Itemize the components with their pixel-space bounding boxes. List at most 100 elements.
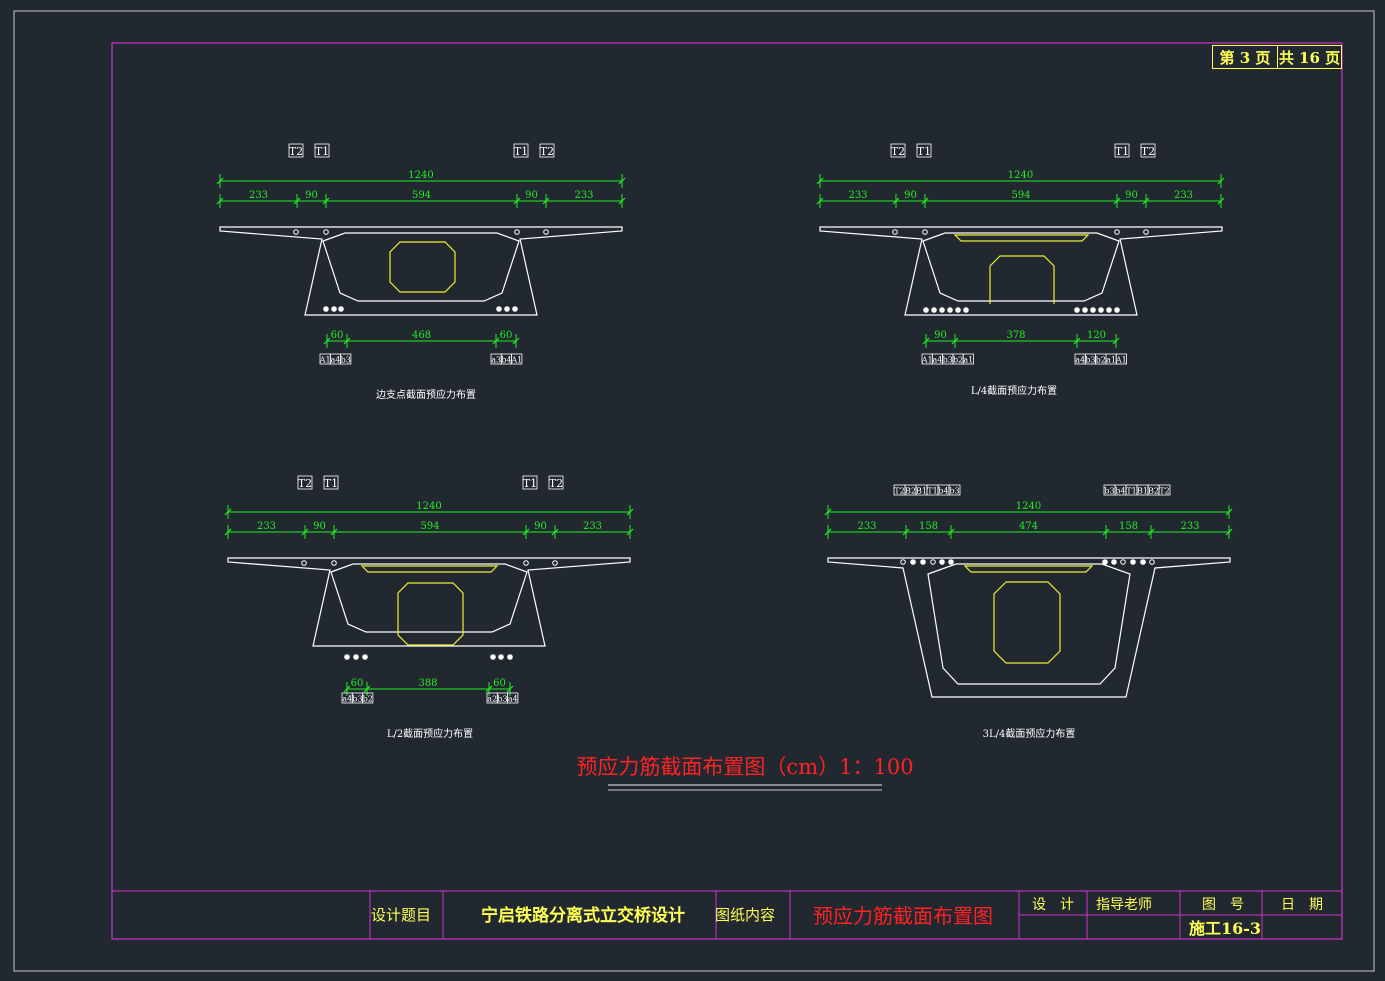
top-dim-value: 233 <box>1180 521 1199 532</box>
advisor-label: 指导老师 <box>1096 897 1152 913</box>
top-dim-value: 233 <box>249 190 268 201</box>
bottom-tendon-hole <box>931 307 937 313</box>
section-3: T2 T1 T1 T21240233 90 594 90 23360 388 60a4 b3 b2 a2… <box>224 475 634 740</box>
top-tendon-hole <box>1130 559 1136 565</box>
bottom-tendon-hole <box>1082 307 1088 313</box>
bottom-dim-value: 60 <box>351 678 364 689</box>
girder-cell <box>330 563 528 633</box>
void-zone <box>389 241 456 293</box>
top-tendon-label: B2 <box>905 487 916 496</box>
drawing-canvas: T2 T1 T1 T21240233 90 594 90 23360 468 60A1 a4 b3 a3… <box>13 10 1375 972</box>
top-tendon-label: T1 <box>514 145 528 158</box>
overall-dim-value: 1240 <box>416 501 441 512</box>
top-tendon-label: T2 <box>289 145 303 158</box>
top-tendon-label: T1 <box>523 477 537 490</box>
bottom-tendon-hole <box>338 306 344 312</box>
bottom-tendon-label: a4 <box>331 356 341 365</box>
top-tendon-hole <box>948 559 954 565</box>
top-tendon-hole <box>922 229 928 235</box>
top-duct-zone <box>963 565 1094 573</box>
page-total: 共 16 页 <box>1277 45 1342 69</box>
top-tendon-label: b4 <box>938 487 948 496</box>
top-dim-value: 233 <box>1174 190 1193 201</box>
top-dim-value: 233 <box>857 521 876 532</box>
top-tendon-hole <box>543 229 549 235</box>
top-dim-value: 594 <box>420 521 439 532</box>
top-tendon-hole <box>892 229 898 235</box>
top-tendon-label: T2 <box>1141 145 1155 158</box>
top-tendon-hole <box>323 229 329 235</box>
drawing-no-label: 图 号 <box>1202 897 1244 913</box>
section-caption: L/2截面预应力布置 <box>387 727 473 740</box>
girder-cell <box>322 232 520 302</box>
bottom-tendon-hole <box>323 306 329 312</box>
bottom-tendon-label: a2 <box>487 695 497 704</box>
bottom-tendon-hole <box>939 307 945 313</box>
design-topic-label: 设计题目 <box>371 906 431 924</box>
bottom-tendon-hole <box>947 307 953 313</box>
bottom-tendon-hole <box>362 654 368 660</box>
top-tendon-label: T1 <box>927 487 937 496</box>
section-1: T2 T1 T1 T21240233 90 594 90 23360 468 60A1 a4 b3 a3… <box>216 143 626 401</box>
top-tendon-label: T1 <box>917 145 931 158</box>
bottom-tendon-hole <box>331 306 337 312</box>
bottom-tendon-label: A1 <box>510 356 522 365</box>
girder-outline <box>819 226 1223 316</box>
top-tendon-hole <box>301 560 307 566</box>
top-tendon-hole <box>514 229 520 235</box>
overall-dim-value: 1240 <box>408 170 433 181</box>
section-caption: 3L/4截面预应力布置 <box>983 727 1076 740</box>
void-zone <box>397 582 464 646</box>
top-tendon-label: b3 <box>1104 487 1114 496</box>
top-dim-value: 474 <box>1019 521 1038 532</box>
bottom-tendon-label: b3 <box>341 356 351 365</box>
top-dim-value: 90 <box>525 190 538 201</box>
bottom-tendon-label: A1 <box>921 356 933 365</box>
bottom-tendon-label: b2 <box>953 356 963 365</box>
bottom-tendon-label: b2 <box>1096 356 1106 365</box>
top-dim-value: 233 <box>257 521 276 532</box>
top-tendon-label: B1 <box>916 487 927 496</box>
bottom-tendon-label: a4 <box>1075 356 1085 365</box>
top-tendon-hole <box>1114 229 1120 235</box>
top-duct-zone <box>953 234 1090 242</box>
bottom-tendon-hole <box>1074 307 1080 313</box>
bottom-tendon-hole <box>504 306 510 312</box>
bottom-dim-value: 468 <box>412 330 431 341</box>
top-dim-value: 594 <box>1011 190 1030 201</box>
bottom-tendon-hole <box>1106 307 1112 313</box>
bottom-tendon-hole <box>923 307 929 313</box>
top-tendon-label: T2 <box>1159 487 1169 496</box>
top-tendon-label: T2 <box>891 145 905 158</box>
section-4: T2 B2 B1 T1 b4 b3 b3 b4 T1 B1 B2 T21240233 158 474 158… <box>824 484 1233 740</box>
overall-dim-value: 1240 <box>1008 170 1033 181</box>
top-tendon-hole <box>900 559 906 565</box>
top-dim-value: 158 <box>919 521 938 532</box>
bottom-dim-value: 90 <box>934 330 947 341</box>
void-zone <box>993 581 1061 664</box>
bottom-tendon-label: A1 <box>1115 356 1127 365</box>
bottom-tendon-label: a1 <box>963 356 973 365</box>
bottom-dim-value: 60 <box>493 678 506 689</box>
section-caption: 边支点截面预应力布置 <box>376 388 476 401</box>
bottom-tendon-label: b3 <box>943 356 953 365</box>
top-tendon-hole <box>1149 559 1155 565</box>
top-tendon-hole <box>1120 559 1126 565</box>
top-dim-value: 233 <box>574 190 593 201</box>
top-tendon-label: T1 <box>315 145 329 158</box>
bottom-dim-value: 378 <box>1006 330 1025 341</box>
top-tendon-hole <box>1140 559 1146 565</box>
bottom-tendon-hole <box>344 654 350 660</box>
top-tendon-label: T1 <box>1115 145 1129 158</box>
bottom-tendon-label: b3 <box>497 695 507 704</box>
sections-layer: T2 T1 T1 T21240233 90 594 90 23360 468 60A1 a4 b3 a3… <box>216 143 1233 740</box>
drawing-title: 预应力筋截面布置图（cm）1：100 <box>576 755 913 779</box>
top-tendon-label: T2 <box>298 477 312 490</box>
void-zone <box>989 255 1055 304</box>
overall-dim-value: 1240 <box>1016 501 1041 512</box>
bottom-tendon-hole <box>1114 307 1120 313</box>
page-current: 第 3 页 <box>1212 45 1278 69</box>
top-tendon-hole <box>920 559 926 565</box>
top-tendon-hole <box>910 559 916 565</box>
content-title: 预应力筋截面布置图 <box>813 904 993 928</box>
